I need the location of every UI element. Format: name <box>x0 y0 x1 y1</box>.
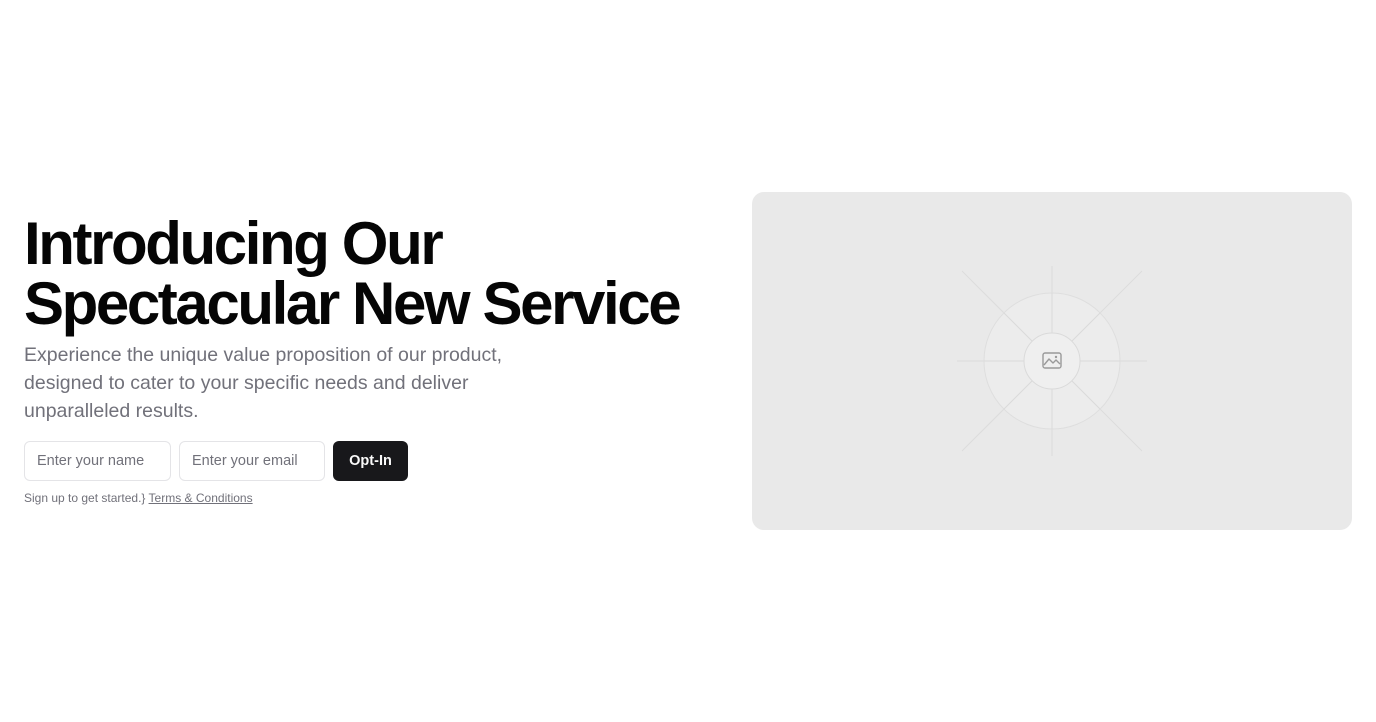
name-input[interactable] <box>24 441 171 481</box>
email-input[interactable] <box>179 441 325 481</box>
signup-form: Opt-In <box>24 441 724 481</box>
terms-link[interactable]: Terms & Conditions <box>149 491 253 505</box>
hero-headline-line1: Introducing Our <box>24 210 444 277</box>
signup-fine-print: Sign up to get started.} Terms & Conditi… <box>24 490 724 506</box>
placeholder-graphic <box>957 266 1147 456</box>
fine-print-text: Sign up to get started.} <box>24 491 146 505</box>
landing-page: Introducing Our Spectacular New Service … <box>0 0 1376 722</box>
opt-in-button[interactable]: Opt-In <box>333 441 408 481</box>
hero-headline-line2: Spectacular New Service <box>24 270 682 337</box>
media-placeholder <box>752 192 1352 530</box>
hero-section: Introducing Our Spectacular New Service … <box>24 214 724 506</box>
hero-subtext: Experience the unique value proposition … <box>24 344 503 422</box>
hero-headline: Introducing Our Spectacular New Service <box>24 214 724 334</box>
